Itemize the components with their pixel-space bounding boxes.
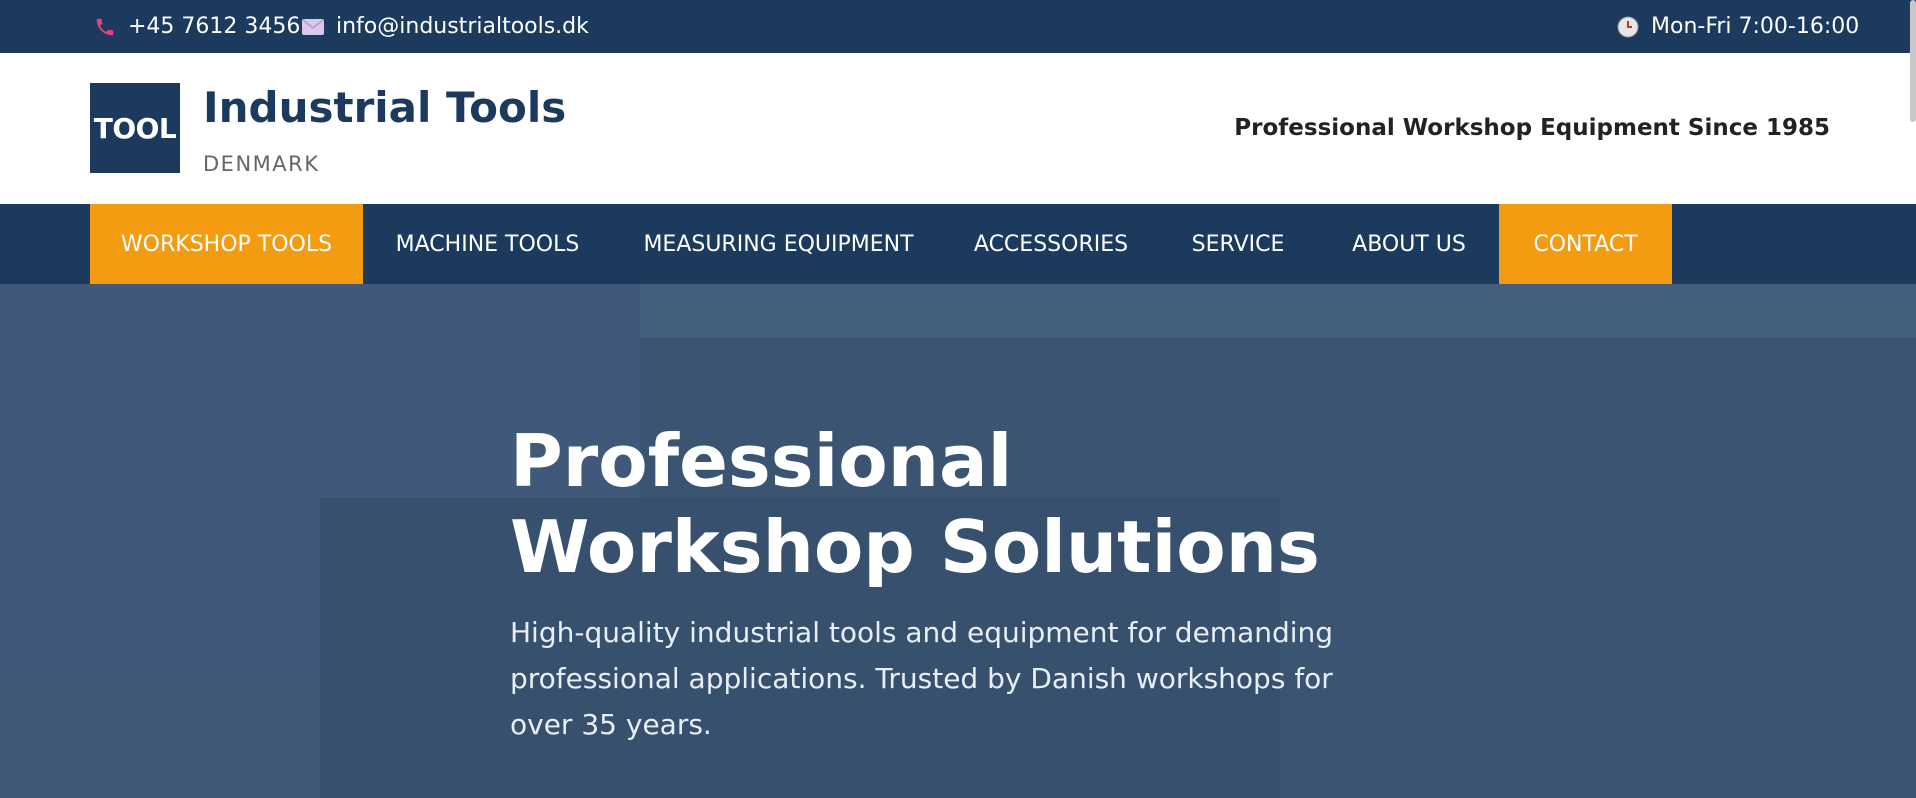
nav-item-workshop-tools[interactable]: WORKSHOP TOOLS xyxy=(90,204,363,284)
email-contact[interactable]: info@industrialtools.dk xyxy=(302,0,589,53)
hero-bg-shape xyxy=(640,284,1916,338)
nav-item-about-us[interactable]: ABOUT US xyxy=(1319,204,1499,284)
hero-section: Professional Workshop Solutions High-qua… xyxy=(0,284,1916,798)
nav-item-contact[interactable]: CONTACT xyxy=(1499,204,1672,284)
phone-icon xyxy=(94,16,116,38)
email-address: info@industrialtools.dk xyxy=(336,14,589,39)
logo[interactable]: TOOL xyxy=(90,83,180,173)
nav-item-machine-tools[interactable]: MACHINE TOOLS xyxy=(363,204,612,284)
brand-subtitle: DENMARK xyxy=(203,152,320,176)
hours-text: Mon-Fri 7:00-16:00 xyxy=(1651,14,1860,39)
phone-contact[interactable]: +45 7612 3456 xyxy=(94,0,300,53)
nav-item-service[interactable]: SERVICE xyxy=(1157,204,1319,284)
phone-number: +45 7612 3456 xyxy=(128,14,301,39)
brand-name[interactable]: Industrial Tools xyxy=(203,83,566,132)
opening-hours: Mon-Fri 7:00-16:00 xyxy=(1617,0,1859,53)
mail-icon xyxy=(302,18,324,36)
nav-item-measuring-equipment[interactable]: MEASURING EQUIPMENT xyxy=(612,204,945,284)
logo-text: TOOL xyxy=(93,111,177,145)
main-navigation: WORKSHOP TOOLS MACHINE TOOLS MEASURING E… xyxy=(0,204,1916,284)
nav-item-accessories[interactable]: ACCESSORIES xyxy=(945,204,1157,284)
header-tagline: Professional Workshop Equipment Since 19… xyxy=(1234,115,1830,141)
hero-title: Professional Workshop Solutions xyxy=(510,419,1320,589)
hero-bg-shape xyxy=(0,660,320,798)
site-header: TOOL Industrial Tools DENMARK Profession… xyxy=(0,53,1916,204)
hero-description: High-quality industrial tools and equipm… xyxy=(510,616,1334,741)
clock-icon xyxy=(1617,16,1639,38)
page-scrollbar[interactable] xyxy=(1910,0,1916,122)
top-bar: +45 7612 3456 info@industrialtools.dk Mo… xyxy=(0,0,1916,53)
